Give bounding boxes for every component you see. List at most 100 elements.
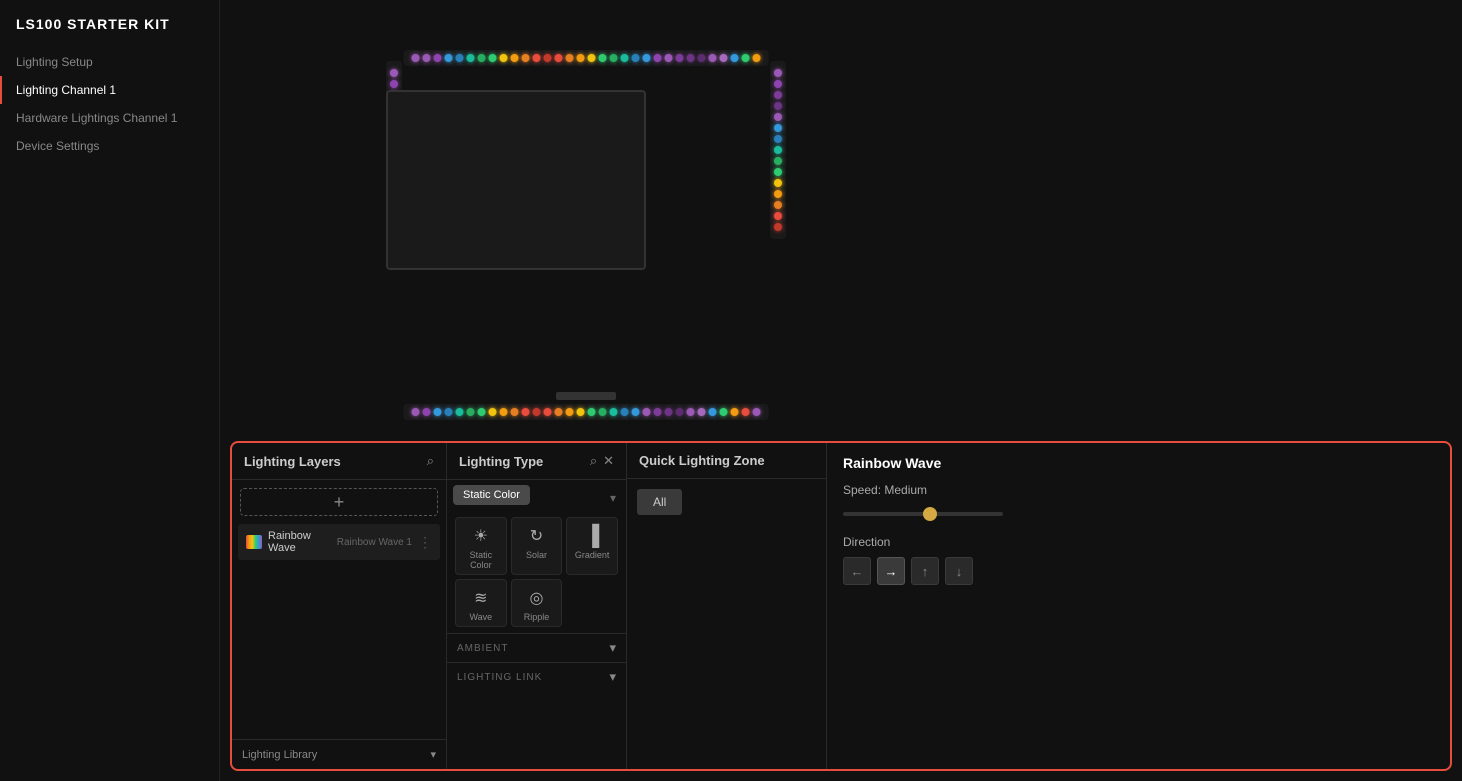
nav-hardware-lightings[interactable]: Hardware Lightings Channel 1 [0,104,219,132]
lighting-library-footer[interactable]: Lighting Library ▾ [232,739,446,769]
led-dot [709,408,717,416]
ripple-label: Ripple [524,612,550,622]
lighting-layers-title: Lighting Layers [244,454,341,469]
quick-zone-title: Quick Lighting Zone [639,453,765,468]
lighting-layers-icons: ⌕ [427,453,434,469]
effect-static-color[interactable]: ☀ Static Color [455,517,507,575]
led-dot [577,54,585,62]
led-dot [774,168,782,176]
effect-wave[interactable]: ≋ Wave [455,579,507,627]
led-dot [665,408,673,416]
led-dot [643,54,651,62]
led-dot [489,54,497,62]
direction-down-button[interactable]: ↓ [945,557,973,585]
led-dot [621,54,629,62]
direction-up-button[interactable]: ↑ [911,557,939,585]
nav-lighting-setup[interactable]: Lighting Setup [0,48,219,76]
led-dot [720,408,728,416]
layer-item[interactable]: Rainbow Wave Rainbow Wave 1 ⋮ [238,524,440,560]
effect-ripple[interactable]: ◎ Ripple [511,579,563,627]
led-dot [445,54,453,62]
led-dot [544,408,552,416]
led-dot [478,54,486,62]
lighting-type-panel: Lighting Type ⌕ ✕ Static Color PRESETS ▾… [447,443,627,769]
wave-label: Wave [469,612,492,622]
led-dot [478,408,486,416]
layer-color-bar [246,535,262,549]
led-dot [632,54,640,62]
led-dot [412,54,420,62]
led-dot [731,408,739,416]
led-dot [665,54,673,62]
monitor-stand [556,392,616,400]
led-dot [467,408,475,416]
nav-device-settings[interactable]: Device Settings [0,132,219,160]
led-dot [456,54,464,62]
layer-name: Rainbow Wave [268,530,331,554]
rainbow-wave-title: Rainbow Wave [843,455,1434,471]
all-zone-button[interactable]: All [637,489,682,515]
led-dot [774,113,782,121]
layer-more-icon[interactable]: ⋮ [418,534,432,551]
search-icon[interactable]: ⌕ [427,453,434,469]
main-content: Lighting Layers ⌕ + Rainbow Wave Rainbow… [220,0,1462,781]
ripple-icon: ◎ [530,588,544,608]
led-dot [753,408,761,416]
led-dot [599,54,607,62]
led-strip-bottom [404,404,769,420]
direction-right-button[interactable]: → [877,557,905,585]
led-dot [412,408,420,416]
static-color-label: Static Color [460,550,502,570]
search-icon-type[interactable]: ⌕ [590,453,597,469]
led-dot [753,54,761,62]
led-dot [621,408,629,416]
effect-solar[interactable]: ↻ Solar [511,517,563,575]
led-dot [774,201,782,209]
led-dot [610,54,618,62]
led-dot [774,157,782,165]
solar-icon: ↻ [530,526,543,546]
monitor-screen [386,90,646,270]
gradient-label: Gradient [575,550,610,560]
speed-label: Speed: Medium [843,483,1434,497]
led-dot [434,54,442,62]
led-dot [511,54,519,62]
led-dot [555,54,563,62]
led-strip-top [404,50,769,66]
led-dot [456,408,464,416]
add-layer-button[interactable]: + [240,488,438,516]
effect-gradient[interactable]: ▐ Gradient [566,517,618,575]
speed-slider[interactable] [843,512,1003,516]
led-dot [654,408,662,416]
lighting-link-label: LIGHTING LINK [457,672,542,683]
ambient-row[interactable]: AMBIENT ▾ [447,633,626,662]
effect-grid: ☀ Static Color ↻ Solar ▐ Gradient ≋ Wave… [447,511,626,633]
led-dot [390,69,398,77]
lighting-link-row[interactable]: LIGHTING LINK ▾ [447,662,626,691]
quick-lighting-zone-panel: Quick Lighting Zone All [627,443,827,769]
layer-sub: Rainbow Wave 1 [337,537,412,548]
lighting-layers-panel: Lighting Layers ⌕ + Rainbow Wave Rainbow… [232,443,447,769]
led-dot [522,54,530,62]
direction-left-button[interactable]: ← [843,557,871,585]
lighting-link-chevron: ▾ [609,669,616,685]
led-dot [774,102,782,110]
led-dot [566,408,574,416]
led-dot [500,408,508,416]
direction-buttons: ← → ↑ ↓ [843,557,1434,585]
led-dot [709,54,717,62]
presets-scroll[interactable]: ▾ [610,491,616,505]
led-dot [533,408,541,416]
led-dot [643,408,651,416]
led-dot [390,80,398,88]
led-strip-right [770,61,786,239]
led-dot [533,54,541,62]
led-dot [566,54,574,62]
lighting-library-chevron: ▾ [430,748,436,761]
led-dot [467,54,475,62]
nav-lighting-channel[interactable]: Lighting Channel 1 [0,76,219,104]
led-dot [544,54,552,62]
rainbow-wave-panel: Rainbow Wave Speed: Medium Direction ← →… [827,443,1450,769]
led-dot [774,80,782,88]
close-icon-type[interactable]: ✕ [603,453,614,469]
